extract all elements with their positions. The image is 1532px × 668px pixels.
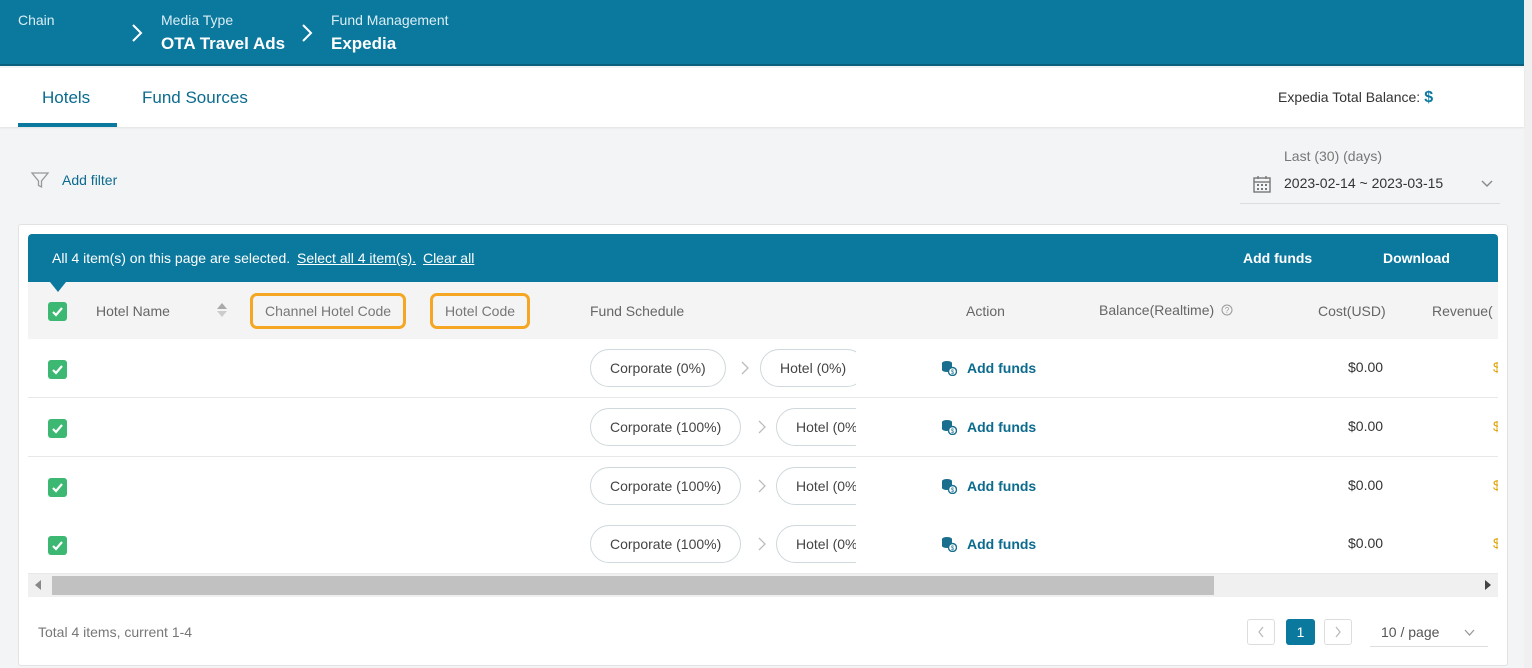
scroll-right-arrow[interactable] [1485, 580, 1491, 590]
chevron-right-icon [758, 479, 766, 493]
breadcrumb-value: Expedia [331, 34, 397, 53]
coins-icon: $ [942, 479, 957, 494]
page-size-value: 10 / page [1381, 624, 1440, 640]
calendar-icon [1253, 176, 1271, 193]
tabs-bar: Hotels Fund Sources Expedia Total Balanc… [0, 68, 1524, 127]
column-channel-hotel-code[interactable]: Channel Hotel Code [250, 293, 407, 329]
selection-bar: All 4 item(s) on this page are selected.… [28, 234, 1498, 282]
row-checkbox[interactable] [48, 478, 67, 497]
date-range-value: 2023-02-14 ~ 2023-03-15 [1284, 175, 1444, 191]
column-cost[interactable]: Cost(USD) [1318, 303, 1386, 319]
fund-schedule-corporate: Corporate (0%) [590, 349, 726, 387]
add-funds-button[interactable]: $ Add funds [940, 359, 1036, 376]
date-range-picker[interactable]: Last (30) (days) 2023-02-14 ~ 2023-03-15 [1240, 146, 1500, 204]
scroll-left-arrow[interactable] [35, 580, 41, 590]
coins-icon: $ [942, 420, 957, 435]
balance-label: Expedia Total Balance: [1278, 89, 1421, 105]
revenue-cell: $ [1493, 535, 1498, 551]
fund-schedule-corporate: Corporate (100%) [590, 525, 742, 563]
total-items-text: Total 4 items, current 1-4 [38, 624, 193, 640]
active-tab-indicator [18, 123, 117, 127]
column-balance: Balance(Realtime) ? [1099, 302, 1233, 318]
horizontal-scrollbar[interactable] [28, 574, 1498, 597]
table-row: Corporate (0%) Hotel (0%) $ Add funds $0… [28, 339, 1498, 398]
column-action: Action [966, 303, 1005, 319]
chevron-right-icon [130, 22, 144, 44]
cost-cell: $0.00 [1348, 477, 1384, 493]
add-filter-label: Add filter [62, 172, 118, 188]
clear-all-link[interactable]: Clear all [423, 250, 474, 266]
column-balance-label: Balance(Realtime) [1099, 302, 1215, 318]
cost-cell: $0.00 [1348, 418, 1384, 434]
add-funds-bulk-button[interactable]: Add funds [1243, 250, 1312, 266]
chevron-right-icon [741, 361, 749, 375]
table-row: Corporate (100%) Hotel (0% $ Add funds $… [28, 457, 1498, 516]
row-checkbox[interactable] [48, 536, 67, 555]
total-balance: Expedia Total Balance: $ [1278, 89, 1433, 107]
add-filter-button[interactable]: Add filter [30, 170, 117, 190]
column-hotel-name[interactable]: Hotel Name [96, 303, 170, 319]
chevron-right-icon [1335, 626, 1341, 638]
fund-schedule-hotel: Hotel (0%) [760, 349, 867, 387]
coins-icon: $ [942, 361, 957, 376]
column-revenue[interactable]: Revenue( [1432, 303, 1493, 319]
sort-icon[interactable] [216, 301, 228, 319]
column-hotel-code[interactable]: Hotel Code [430, 293, 531, 329]
chevron-right-icon [300, 22, 314, 44]
table-row: Corporate (100%) Hotel (0% $ Add funds $… [28, 515, 1498, 574]
next-page-button[interactable] [1324, 619, 1352, 645]
chevron-right-icon [758, 537, 766, 551]
selection-text: All 4 item(s) on this page are selected. [52, 250, 291, 266]
column-fund-schedule: Fund Schedule [590, 303, 685, 319]
table-row: Corporate (100%) Hotel (0% $ Add funds $… [28, 398, 1498, 457]
revenue-cell: $ [1493, 359, 1498, 375]
breadcrumb-label: Chain [18, 12, 55, 28]
breadcrumb-label: Fund Management [331, 12, 449, 28]
row-checkbox[interactable] [48, 360, 67, 379]
vertical-scrollbar[interactable] [1524, 0, 1532, 668]
chevron-down-icon [1464, 629, 1475, 636]
help-icon[interactable]: ? [1221, 304, 1233, 316]
add-funds-button[interactable]: $ Add funds [940, 535, 1036, 552]
coins-icon: $ [942, 537, 957, 552]
revenue-cell: $ [1493, 477, 1498, 493]
page-1-button[interactable]: 1 [1286, 619, 1315, 645]
add-funds-label: Add funds [967, 359, 1037, 376]
fund-schedule-corporate: Corporate (100%) [590, 408, 742, 446]
add-funds-label: Add funds [967, 535, 1037, 552]
add-funds-label: Add funds [967, 477, 1037, 494]
row-checkbox[interactable] [48, 419, 67, 438]
revenue-cell: $ [1493, 418, 1498, 434]
filter-icon [30, 172, 50, 189]
table-header: Hotel Name Channel Hotel Code Hotel Code… [28, 282, 1498, 339]
page-size-select[interactable]: 10 / page [1370, 619, 1488, 647]
download-button[interactable]: Download [1383, 250, 1450, 266]
add-funds-button[interactable]: $ Add funds [940, 477, 1036, 494]
cost-cell: $0.00 [1348, 359, 1384, 375]
add-funds-label: Add funds [967, 418, 1037, 435]
add-funds-button[interactable]: $ Add funds [940, 418, 1036, 435]
breadcrumb-value: OTA Travel Ads [161, 34, 286, 53]
breadcrumb-label: Media Type [161, 12, 234, 28]
tab-fund-sources[interactable]: Fund Sources [142, 88, 248, 108]
select-all-checkbox[interactable] [48, 302, 67, 321]
date-range-label: Last (30) (days) [1284, 148, 1383, 164]
selection-pointer [50, 282, 66, 292]
select-all-link[interactable]: Select all 4 item(s). [297, 250, 416, 266]
scroll-thumb[interactable] [52, 576, 1214, 595]
svg-text:?: ? [1225, 306, 1230, 315]
cost-cell: $0.00 [1348, 535, 1384, 551]
chevron-down-icon [1481, 180, 1493, 187]
selection-message: All 4 item(s) on this page are selected.… [52, 250, 474, 266]
tab-hotels[interactable]: Hotels [42, 88, 90, 108]
chevron-right-icon [758, 420, 766, 434]
chevron-left-icon [1258, 626, 1264, 638]
breadcrumb-bar: Chain Media Type OTA Travel Ads Fund Man… [0, 0, 1524, 66]
fund-schedule-corporate: Corporate (100%) [590, 467, 742, 505]
prev-page-button[interactable] [1247, 619, 1275, 645]
balance-value: $ [1424, 89, 1434, 106]
